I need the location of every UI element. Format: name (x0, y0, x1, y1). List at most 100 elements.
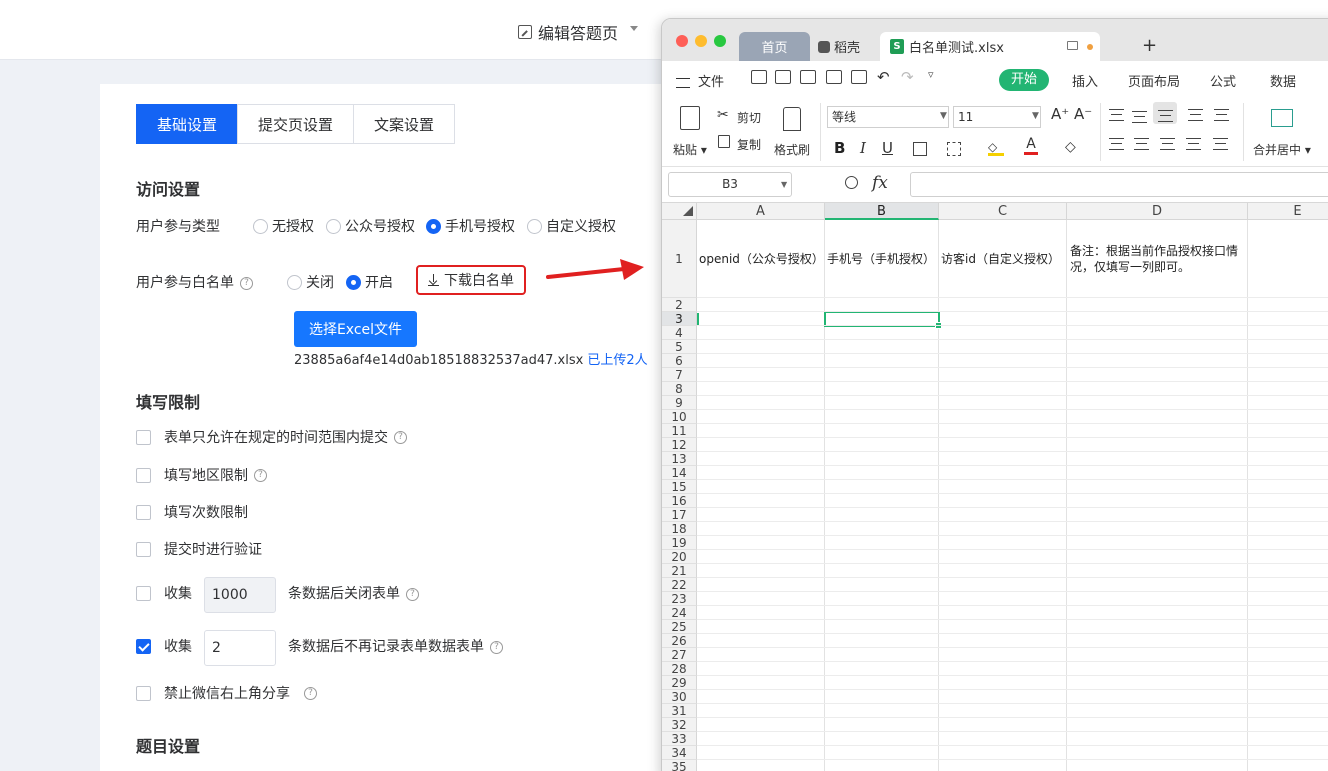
format-painter-icon[interactable] (783, 107, 801, 131)
align-center-icon[interactable] (1134, 138, 1149, 150)
sheet-grid[interactable]: A B C D E openid（公众号授权） 手机号（手机授权） 访客id（自… (662, 203, 1328, 771)
help-icon[interactable]: ? (240, 276, 253, 290)
row-header-20[interactable]: 20 (662, 550, 697, 564)
row-header-6[interactable]: 6 (662, 354, 697, 368)
align-middle-icon[interactable] (1132, 111, 1147, 123)
select-excel-button[interactable]: 选择Excel文件 (294, 311, 417, 347)
cut-icon[interactable]: ✂ (717, 107, 729, 123)
row-header-16[interactable]: 16 (662, 494, 697, 508)
row-header-24[interactable]: 24 (662, 606, 697, 620)
menu-insert[interactable]: 插入 (1072, 71, 1098, 90)
justify-icon[interactable] (1186, 138, 1201, 150)
fill-color-icon[interactable]: ◇ (988, 140, 1004, 156)
indent-decrease-icon[interactable] (1188, 109, 1203, 121)
print-icon[interactable] (826, 70, 842, 84)
formula-input[interactable] (910, 172, 1328, 197)
row-header-10[interactable]: 10 (662, 410, 697, 424)
copy-icon[interactable] (718, 135, 730, 148)
menu-start[interactable]: 开始 (999, 69, 1049, 91)
format-painter-button[interactable]: 格式刷 (774, 141, 810, 158)
select-all-corner[interactable] (662, 203, 697, 220)
menu-formula[interactable]: 公式 (1210, 71, 1236, 90)
collect-close-count-input[interactable]: 1000 (204, 577, 276, 613)
more-icon[interactable]: ▿ (928, 68, 934, 81)
align-top-icon[interactable] (1109, 109, 1124, 121)
tab-basic-settings[interactable]: 基础设置 (136, 104, 239, 144)
checkbox-disable-wechat-share[interactable]: 禁止微信右上角分享? (136, 683, 317, 703)
fill-pattern-icon[interactable] (947, 142, 961, 156)
radio-whitelist-on[interactable]: 开启 (346, 272, 393, 292)
checkbox-submit-verify[interactable]: 提交时进行验证 (136, 539, 262, 559)
increase-font-icon[interactable]: A⁺ (1051, 105, 1069, 123)
download-whitelist-button[interactable]: 下载白名单 (416, 265, 526, 295)
radio-no-auth[interactable]: 无授权 (253, 216, 314, 236)
row-header-26[interactable]: 26 (662, 634, 697, 648)
font-name-select[interactable]: 等线 (827, 106, 949, 128)
close-window-button[interactable] (676, 35, 688, 47)
paste-icon[interactable] (680, 106, 700, 130)
menu-page-layout[interactable]: 页面布局 (1128, 71, 1180, 90)
indent-increase-icon[interactable] (1214, 109, 1229, 121)
uploaded-status[interactable]: 已上传2人 (587, 353, 647, 368)
row-header-34[interactable]: 34 (662, 746, 697, 760)
row-header-22[interactable]: 22 (662, 578, 697, 592)
checkbox-collect-stop-record[interactable]: 收集 (136, 636, 192, 656)
row-header-27[interactable]: 27 (662, 648, 697, 662)
radio-whitelist-off[interactable]: 关闭 (287, 272, 334, 292)
row-header-35[interactable]: 35 (662, 760, 697, 771)
tab-home[interactable]: 首页 (739, 32, 810, 61)
checkbox-collect-close[interactable]: 收集 (136, 583, 192, 603)
row-header-15[interactable]: 15 (662, 480, 697, 494)
column-header-c[interactable]: C (939, 203, 1067, 220)
monitor-icon[interactable] (1067, 41, 1078, 50)
row-header-14[interactable]: 14 (662, 466, 697, 480)
copy-button[interactable]: 复制 (737, 136, 761, 153)
clear-format-icon[interactable]: ◇ (1065, 139, 1076, 155)
help-icon[interactable]: ? (490, 640, 503, 654)
help-icon[interactable]: ? (394, 430, 407, 444)
minimize-window-button[interactable] (695, 35, 707, 47)
row-header-13[interactable]: 13 (662, 452, 697, 466)
column-header-b[interactable]: B (825, 203, 939, 220)
row-header-25[interactable]: 25 (662, 620, 697, 634)
font-size-select[interactable]: 11 (953, 106, 1041, 128)
redo-icon[interactable]: ↷ (901, 68, 914, 86)
merge-center-icon[interactable] (1271, 109, 1293, 127)
row-header-18[interactable]: 18 (662, 522, 697, 536)
row-header-17[interactable]: 17 (662, 508, 697, 522)
row-header-1[interactable]: 1 (662, 220, 697, 298)
name-box[interactable]: B3 (668, 172, 792, 197)
row-header-3[interactable]: 3 (662, 312, 697, 326)
distributed-icon[interactable] (1213, 138, 1228, 150)
collect-stop-count-input[interactable]: 2 (204, 630, 276, 666)
pdf-icon[interactable] (800, 70, 816, 84)
column-header-e[interactable]: E (1248, 203, 1328, 220)
undo-icon[interactable]: ↶ (877, 68, 890, 86)
border-icon[interactable] (913, 142, 927, 156)
row-header-7[interactable]: 7 (662, 368, 697, 382)
cut-button[interactable]: 剪切 (737, 109, 761, 126)
tab-submit-page-settings[interactable]: 提交页设置 (237, 104, 355, 144)
row-header-21[interactable]: 21 (662, 564, 697, 578)
row-header-2[interactable]: 2 (662, 298, 697, 312)
row-header-31[interactable]: 31 (662, 704, 697, 718)
row-header-30[interactable]: 30 (662, 690, 697, 704)
fx-icon[interactable]: fx (872, 173, 888, 193)
help-icon[interactable]: ? (406, 587, 419, 601)
align-right-icon[interactable] (1160, 138, 1175, 150)
underline-icon[interactable]: U (882, 139, 893, 157)
radio-phone-auth[interactable]: 手机号授权 (426, 216, 515, 236)
row-header-33[interactable]: 33 (662, 732, 697, 746)
row-header-29[interactable]: 29 (662, 676, 697, 690)
align-left-icon[interactable] (1109, 138, 1124, 150)
radio-official-account-auth[interactable]: 公众号授权 (326, 216, 415, 236)
new-tab-button[interactable]: + (1142, 35, 1157, 56)
row-header-4[interactable]: 4 (662, 326, 697, 340)
checkbox-region-limit[interactable]: 填写地区限制? (136, 465, 267, 485)
cell-b1[interactable]: 手机号（手机授权） (827, 251, 935, 267)
chevron-down-icon[interactable]: ▼ (781, 180, 787, 189)
row-header-9[interactable]: 9 (662, 396, 697, 410)
help-icon[interactable]: ? (304, 686, 317, 700)
cell-a1[interactable]: openid（公众号授权） (699, 251, 824, 267)
open-folder-icon[interactable] (751, 70, 767, 84)
